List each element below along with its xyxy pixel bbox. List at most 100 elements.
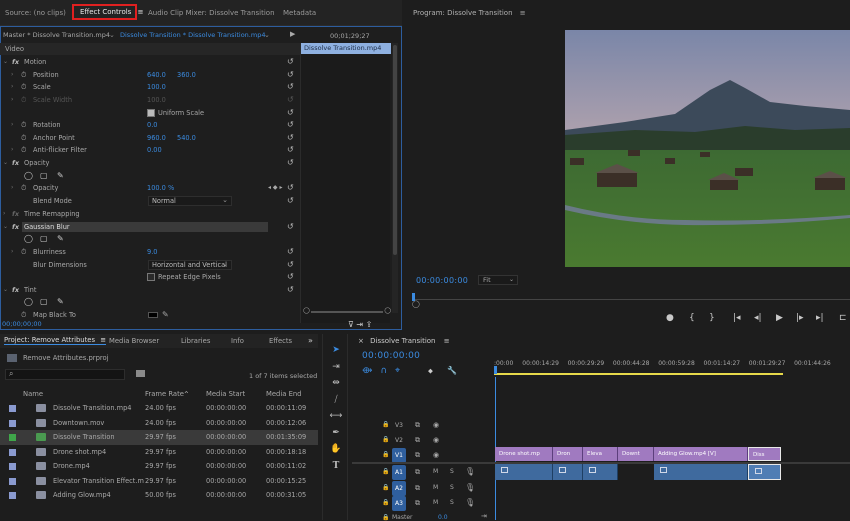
label-color-swatch[interactable] xyxy=(9,448,16,456)
project-item-row[interactable]: Drone.mp4 29.97 fps 00:00:00:00 00:00:11:02 xyxy=(0,459,318,474)
reset-icon[interactable]: ↺ xyxy=(287,144,294,157)
column-media-end[interactable]: Media End xyxy=(266,389,302,400)
reset-icon[interactable]: ↺ xyxy=(287,195,294,208)
rectangle-mask-icon[interactable]: ▢ xyxy=(40,170,48,183)
microphone-icon[interactable]: 🎙 xyxy=(465,483,475,492)
time-ruler[interactable]: :00:00 00:00:14:29 00:00:29:29 00:00:44:28 0… xyxy=(494,356,850,376)
ellipse-mask-icon[interactable]: ◯ xyxy=(24,233,33,246)
label-color-swatch[interactable] xyxy=(9,492,16,499)
pen-tool-icon[interactable]: ✒ xyxy=(329,427,343,439)
add-marker-icon[interactable]: ● xyxy=(666,313,674,323)
timeline-clip[interactable]: Downt xyxy=(618,447,654,461)
microphone-icon[interactable]: 🎙 xyxy=(465,467,475,476)
column-frame-rate[interactable]: Frame Rate xyxy=(145,389,184,400)
panel-menu-icon[interactable]: ≡ xyxy=(138,8,144,16)
fx-icon[interactable]: fx xyxy=(12,56,19,69)
project-item-row[interactable]: Dissolve Transition.mp4 24.00 fps 00:00:00… xyxy=(0,401,318,416)
stopwatch-icon[interactable]: ⏱ xyxy=(21,144,26,157)
mini-clip-bar[interactable]: Dissolve Transition.mp4 xyxy=(301,43,391,54)
effect-row-opacity[interactable]: ⌄ fx Opacity ↺ xyxy=(0,157,300,170)
timeline-clip[interactable]: Dron xyxy=(553,447,583,461)
microphone-icon[interactable]: 🎙 xyxy=(465,498,475,507)
sync-lock-icon[interactable]: ⧉ xyxy=(415,468,420,477)
color-swatch[interactable] xyxy=(148,312,158,318)
mute-icon[interactable]: M xyxy=(433,468,438,475)
uniform-scale-checkbox[interactable] xyxy=(147,109,155,117)
filter-export-icons[interactable]: ⊽ ⇥ ⇪ xyxy=(348,320,372,329)
track-target-toggle[interactable]: V3 xyxy=(392,418,406,433)
column-media-start[interactable]: Media Start xyxy=(206,389,245,400)
expand-icon[interactable]: › xyxy=(11,119,13,132)
eye-icon[interactable]: ◉ xyxy=(433,421,439,429)
track-target-toggle[interactable]: V2 xyxy=(392,433,406,448)
effect-row-time-remapping[interactable]: › fx Time Remapping xyxy=(0,208,300,221)
blur-dimensions-select[interactable]: Horizontal and Vertical xyxy=(148,260,232,270)
eyedropper-icon[interactable]: ✎ xyxy=(162,309,169,322)
mute-icon[interactable]: M xyxy=(433,484,438,491)
reset-icon[interactable]: ↺ xyxy=(287,81,294,94)
panel-menu-icon[interactable]: ≡ xyxy=(444,337,450,345)
sync-lock-icon[interactable]: ⧉ xyxy=(415,436,420,445)
audio-clip[interactable] xyxy=(654,464,748,480)
label-color-swatch[interactable] xyxy=(9,434,16,441)
play-clip-icon[interactable]: ▶ xyxy=(290,30,295,38)
rectangle-mask-icon[interactable]: ▢ xyxy=(40,296,48,309)
project-item-row[interactable]: Downtown.mov 24.00 fps 00:00:00:00 00:00:12… xyxy=(0,416,318,431)
audio-clip-selected[interactable] xyxy=(748,464,781,480)
opacity-value[interactable]: 100.0 % xyxy=(147,182,174,195)
add-marker-icon[interactable]: ⬥ xyxy=(428,367,433,376)
stopwatch-icon[interactable]: ⏱ xyxy=(21,119,26,132)
pen-mask-icon[interactable]: ✎ xyxy=(57,233,64,246)
solo-icon[interactable]: S xyxy=(450,468,454,475)
ripple-edit-tool-icon[interactable]: ⇹ xyxy=(329,377,343,389)
step-forward-icon[interactable]: |▸ xyxy=(796,313,804,323)
program-scrubber[interactable] xyxy=(412,293,850,303)
tab-timeline-sequence[interactable]: × Dissolve Transition ≡ xyxy=(358,337,450,345)
mark-in-icon[interactable]: { xyxy=(689,313,695,323)
sync-lock-icon[interactable]: ⧉ xyxy=(415,421,420,430)
lock-icon[interactable]: 🔒 xyxy=(382,451,389,458)
play-icon[interactable]: ▶ xyxy=(776,313,783,323)
sequence-clip-label[interactable]: Dissolve Transition * Dissolve Transitio… xyxy=(120,31,265,39)
reset-icon[interactable]: ↺ xyxy=(287,69,294,82)
sync-lock-icon[interactable]: ⧉ xyxy=(415,484,420,493)
ellipse-mask-icon[interactable]: ◯ xyxy=(24,170,33,183)
playhead-icon[interactable]: ◯ xyxy=(412,300,420,308)
fx-icon[interactable]: fx xyxy=(12,157,19,170)
reset-icon[interactable]: ↺ xyxy=(287,221,294,234)
label-color-swatch[interactable] xyxy=(9,477,16,485)
repeat-edge-checkbox[interactable] xyxy=(147,273,155,281)
fx-icon[interactable]: fx xyxy=(12,284,19,297)
chevron-down-icon[interactable]: ⌄ xyxy=(264,31,270,39)
ellipse-mask-icon[interactable]: ◯ xyxy=(24,296,33,309)
lock-icon[interactable]: 🔒 xyxy=(382,499,389,506)
type-tool-icon[interactable]: T xyxy=(329,460,343,472)
playhead[interactable] xyxy=(494,366,497,374)
chevron-down-icon[interactable]: ⌄ xyxy=(109,31,115,39)
reset-icon[interactable]: ↺ xyxy=(287,284,294,297)
program-timecode[interactable]: 00:00:00:00 xyxy=(416,276,468,285)
effect-row-motion[interactable]: ⌄ fx Motion ↺ xyxy=(0,56,300,69)
sync-lock-icon[interactable]: ⧉ xyxy=(415,499,420,508)
scale-value[interactable]: 100.0 xyxy=(147,81,166,94)
eye-icon[interactable]: ◉ xyxy=(433,436,439,444)
anti-flicker-value[interactable]: 0.00 xyxy=(147,144,162,157)
stopwatch-icon[interactable]: ⏱ xyxy=(21,81,26,94)
track-target-toggle[interactable]: V1 xyxy=(392,448,406,463)
step-back-icon[interactable]: ◂| xyxy=(754,313,762,323)
expand-icon[interactable]: › xyxy=(11,246,13,259)
reset-icon[interactable]: ↺ xyxy=(287,259,294,272)
zoom-slider[interactable]: ◯ ◯ xyxy=(303,307,391,314)
collapse-icon[interactable]: ⌄ xyxy=(3,284,8,297)
reset-icon[interactable]: ↺ xyxy=(287,182,294,195)
timeline-toggle-icons[interactable]: ⟴∩⌖ xyxy=(362,366,408,376)
reset-icon[interactable]: ↺ xyxy=(287,271,294,284)
collapse-icon[interactable]: ⌄ xyxy=(3,221,8,234)
reset-icon[interactable]: ↺ xyxy=(287,246,294,259)
project-item-row[interactable]: Adding Glow.mp4 50.00 fps 00:00:00:00 00:00… xyxy=(0,488,318,503)
project-search-input[interactable]: ⌕ xyxy=(5,369,125,380)
stopwatch-icon[interactable]: ⏱ xyxy=(21,132,26,145)
stopwatch-icon[interactable]: ⏱ xyxy=(21,69,26,82)
program-monitor-title[interactable]: Program: Dissolve Transition ≡ xyxy=(413,9,526,17)
expand-icon[interactable]: › xyxy=(11,144,13,157)
